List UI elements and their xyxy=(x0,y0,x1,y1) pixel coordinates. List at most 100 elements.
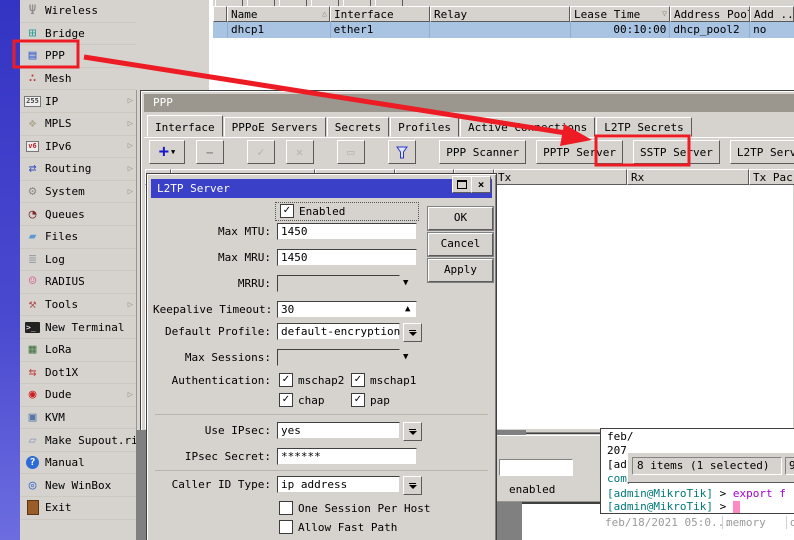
add-button[interactable]: +▼ xyxy=(149,140,185,164)
maximize-button[interactable] xyxy=(452,176,472,193)
one-session-per-host-checkbox[interactable]: One Session Per Host xyxy=(279,501,430,515)
mrru-input[interactable] xyxy=(277,275,400,292)
sidebar-item-mesh[interactable]: ∴Mesh xyxy=(20,68,136,91)
tab-l2tp-secrets[interactable]: L2TP Secrets xyxy=(596,117,691,137)
dhcp-table-header[interactable]: Name△InterfaceRelayLease Time▽Address Po… xyxy=(213,6,794,22)
cancel-button[interactable]: Cancel xyxy=(428,233,493,256)
tab-pppoe-servers[interactable]: PPPoE Servers xyxy=(224,117,326,137)
dialog-titlebar[interactable]: L2TP Server xyxy=(151,179,492,198)
terminal-prompt-line: [admin@MikroTik] > xyxy=(607,500,740,513)
sidebar-item-system[interactable]: ⚙System▷ xyxy=(20,181,136,204)
log-window-row[interactable]: feb/18/2021 05:0... memory d xyxy=(600,512,794,540)
dhcp-table-row[interactable]: dhcp1 ether1 00:10:00 dhcp_pool2 no xyxy=(213,22,794,38)
enable-button[interactable]: ✓ xyxy=(247,140,275,164)
wireless-icon: Ψ xyxy=(24,3,41,18)
sidebar-item-ipv6[interactable]: v6IPv6▷ xyxy=(20,136,136,159)
sidebar-item-exit[interactable]: Exit xyxy=(20,497,136,520)
tab-profiles[interactable]: Profiles xyxy=(390,117,459,137)
sidebar-item-make-supout-rif[interactable]: ▱Make Supout.rif xyxy=(20,429,136,452)
dhcp-column-header-interface[interactable]: Interface xyxy=(330,6,430,22)
apply-button[interactable]: Apply xyxy=(428,259,493,282)
disable-button[interactable]: ✕ xyxy=(286,140,314,164)
l2tp-server-button[interactable]: L2TP Server xyxy=(730,140,794,164)
tab-secrets[interactable]: Secrets xyxy=(327,117,389,137)
remove-button[interactable]: — xyxy=(196,140,224,164)
sidebar-item-ppp[interactable]: ▤PPP xyxy=(20,45,136,68)
dropdown-arrow-icon[interactable]: ▼ xyxy=(403,278,408,288)
sidebar-item-lora[interactable]: ▦LoRa xyxy=(20,339,136,362)
ppp-column-header-tx-packe[interactable]: Tx Packe xyxy=(749,169,794,185)
sidebar-item-files[interactable]: ▰Files xyxy=(20,226,136,249)
caller-id-type-select[interactable]: ip address xyxy=(277,476,400,493)
sidebar-item-new-winbox[interactable]: ◎New WinBox xyxy=(20,474,136,497)
sidebar-item-label: Dot1X xyxy=(45,366,78,379)
l2tp-server-dialog: L2TP Server × ✓Enabled Max MTU: 1450 Max… xyxy=(146,173,497,540)
auth-chap-label: chap xyxy=(298,394,325,407)
max-mtu-input[interactable]: 1450 xyxy=(277,223,417,240)
sidebar-item-kvm[interactable]: ▣KVM xyxy=(20,407,136,430)
dhcp-column-header-lease-time[interactable]: Lease Time▽ xyxy=(570,6,670,22)
checkbox-unchecked-icon xyxy=(279,501,293,515)
allow-fast-path-checkbox[interactable]: Allow Fast Path xyxy=(279,520,397,534)
fragment-field[interactable] xyxy=(499,459,573,476)
ppp-scanner-button[interactable]: PPP Scanner xyxy=(439,140,526,164)
dhcp-column-header-name[interactable]: Name△ xyxy=(227,6,330,22)
collapse-arrow-icon[interactable]: ▲ xyxy=(405,304,410,314)
sidebar-item-ip[interactable]: 255IP▷ xyxy=(20,90,136,113)
ppp-column-header-tx[interactable]: Tx xyxy=(494,169,627,185)
sidebar-item-log[interactable]: ≣Log xyxy=(20,249,136,272)
sidebar-item-radius[interactable]: ☺RADIUS xyxy=(20,271,136,294)
sidebar-item-wireless[interactable]: ΨWireless xyxy=(20,0,136,23)
sidebar-item-queues[interactable]: ◔Queues xyxy=(20,203,136,226)
close-icon: × xyxy=(478,178,485,191)
auth-chap-checkbox[interactable]: ✓chap xyxy=(279,393,325,407)
combo-dropdown-button[interactable] xyxy=(403,323,422,342)
selector-column-header[interactable] xyxy=(213,6,227,22)
enabled-label: Enabled xyxy=(299,205,345,218)
auth-pap-checkbox[interactable]: ✓pap xyxy=(351,393,390,407)
sidebar-item-label: Mesh xyxy=(45,72,72,85)
sidebar-item-label: IPv6 xyxy=(45,140,72,153)
dude-icon: ◉ xyxy=(24,387,41,402)
dropdown-arrow-icon[interactable]: ▼ xyxy=(403,352,408,362)
max-sessions-input[interactable] xyxy=(277,349,400,366)
ok-button[interactable]: OK xyxy=(428,207,493,230)
ipsec-secret-input[interactable]: ****** xyxy=(277,448,417,465)
sidebar-item-bridge[interactable]: ⊞Bridge xyxy=(20,23,136,46)
terminal-prompt: [admin@MikroTik] xyxy=(607,500,713,513)
checkbox-checked-icon: ✓ xyxy=(351,393,365,407)
sidebar-item-dude[interactable]: ◉Dude▷ xyxy=(20,384,136,407)
sidebar-item-tools[interactable]: ⚒Tools▷ xyxy=(20,294,136,317)
tab-active-connections[interactable]: Active Connections xyxy=(460,117,595,137)
keepalive-timeout-input[interactable]: 30 xyxy=(277,301,417,318)
ppp-column-header-rx[interactable]: Rx xyxy=(627,169,749,185)
sidebar-item-routing[interactable]: ⇄Routing▷ xyxy=(20,158,136,181)
winbox-left-strip xyxy=(0,0,20,540)
enabled-checkbox[interactable]: ✓Enabled xyxy=(280,204,345,218)
combo-dropdown-button[interactable] xyxy=(403,476,422,495)
ppp-window-titlebar[interactable]: PPP xyxy=(144,94,794,112)
sstp-server-button[interactable]: SSTP Server xyxy=(633,140,720,164)
manual-icon: ? xyxy=(24,455,41,470)
tab-interface[interactable]: Interface xyxy=(147,115,223,137)
auth-mschap1-checkbox[interactable]: ✓mschap1 xyxy=(351,373,416,387)
use-ipsec-select[interactable]: yes xyxy=(277,422,400,439)
fragment-white xyxy=(522,502,600,540)
sidebar-item-mpls[interactable]: ❖MPLS▷ xyxy=(20,113,136,136)
close-button[interactable]: × xyxy=(471,176,491,193)
pptp-server-button[interactable]: PPTP Server xyxy=(536,140,623,164)
dhcp-column-header-address-pool[interactable]: Address Pool xyxy=(670,6,750,22)
filter-button[interactable] xyxy=(388,140,416,164)
sidebar-item-label: New WinBox xyxy=(45,479,111,492)
sidebar-item-dot1x[interactable]: ⇆Dot1X xyxy=(20,362,136,385)
sidebar-item-new-terminal[interactable]: >_New Terminal xyxy=(20,316,136,339)
default-profile-select[interactable]: default-encryption xyxy=(277,323,400,340)
comment-button[interactable]: ▭ xyxy=(337,140,365,164)
sidebar-item-manual[interactable]: ?Manual xyxy=(20,452,136,475)
dhcp-column-header-add-[interactable]: Add ... xyxy=(750,6,794,22)
max-mru-input[interactable]: 1450 xyxy=(277,249,417,266)
auth-mschap2-checkbox[interactable]: ✓mschap2 xyxy=(279,373,344,387)
submenu-arrow-icon: ▷ xyxy=(128,96,133,106)
combo-dropdown-button[interactable] xyxy=(403,422,422,441)
dhcp-column-header-relay[interactable]: Relay xyxy=(430,6,570,22)
